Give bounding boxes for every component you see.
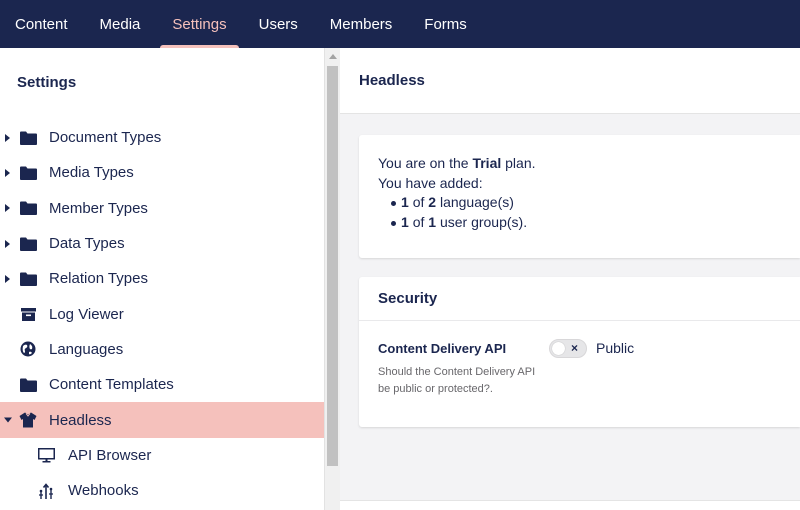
nav-item-media[interactable]: Media <box>84 0 157 48</box>
folder-icon <box>19 130 37 146</box>
expand-caret-icon[interactable] <box>5 168 10 177</box>
tree-item-label: Content Templates <box>49 376 174 394</box>
plan-suffix: plan. <box>505 155 536 171</box>
webhook-icon <box>37 482 55 499</box>
folder-icon <box>19 165 37 181</box>
tree-item-label: Media Types <box>49 164 134 182</box>
settings-tree: Document Types Media Types Member Types … <box>0 120 324 508</box>
languages-used: 1 <box>401 194 409 210</box>
top-navigation: Content Media Settings Users Members For… <box>0 0 800 48</box>
tree-item-media-types[interactable]: Media Types <box>0 155 324 190</box>
tree-item-label: Data Types <box>49 235 125 253</box>
tree-item-member-types[interactable]: Member Types <box>0 191 324 226</box>
folder-icon <box>19 271 37 287</box>
plan-line: You are on the Trial plan. <box>378 154 536 174</box>
languages-of: of <box>412 194 425 210</box>
expand-caret-icon[interactable] <box>5 133 10 142</box>
folder-icon <box>19 377 37 393</box>
nav-item-forms[interactable]: Forms <box>408 0 483 48</box>
user-groups-total: 1 <box>428 213 437 230</box>
tree-item-content-templates[interactable]: Content Templates <box>0 367 324 402</box>
usage-list: 1 of 2 language(s) 1 of 1 user group(s). <box>378 193 536 232</box>
tree-item-label: API Browser <box>68 446 152 464</box>
tree-item-label: Document Types <box>49 129 162 147</box>
archive-icon <box>19 306 37 322</box>
tree-item-data-types[interactable]: Data Types <box>0 226 324 261</box>
tree-item-webhooks[interactable]: Webhooks <box>0 473 324 508</box>
tree-item-relation-types[interactable]: Relation Types <box>0 261 324 296</box>
page-title: Headless <box>359 72 425 89</box>
tree-item-label: Relation Types <box>49 270 148 288</box>
tree-item-label: Headless <box>49 411 112 429</box>
main-header: Headless <box>340 48 800 114</box>
footer-bar <box>340 500 800 510</box>
security-card: Security Content Delivery API Should the… <box>359 277 800 427</box>
monitor-icon <box>37 447 55 463</box>
content-delivery-api-description: Should the Content Delivery API be publi… <box>378 366 536 395</box>
tree-item-label: Languages <box>49 340 124 358</box>
globe-icon <box>19 341 37 357</box>
security-title: Security <box>378 290 438 307</box>
tree-item-document-types[interactable]: Document Types <box>0 120 324 155</box>
usage-languages: 1 of 2 language(s) <box>378 193 536 213</box>
nav-item-content[interactable]: Content <box>0 0 84 48</box>
nav-item-members[interactable]: Members <box>314 0 409 48</box>
plan-info-card: You are on the Trial plan. You have adde… <box>359 135 800 258</box>
headless-icon <box>19 412 37 428</box>
user-groups-unit: user group(s). <box>439 213 528 230</box>
plan-name: Trial <box>472 155 502 171</box>
tree-item-log-viewer[interactable]: Log Viewer <box>0 296 324 331</box>
content-delivery-api-label: Content Delivery API <box>378 341 507 356</box>
expand-caret-icon[interactable] <box>5 204 10 213</box>
toggle-knob <box>552 342 565 355</box>
folder-icon <box>19 236 37 252</box>
plan-info-text: You are on the Trial plan. You have adde… <box>378 154 536 232</box>
nav-item-users[interactable]: Users <box>243 0 314 48</box>
tree-item-label: Log Viewer <box>49 305 124 323</box>
added-line: You have added: <box>378 174 483 191</box>
main-content: Headless You are on the Trial plan. You … <box>340 48 800 510</box>
usage-user-groups: 1 of 1 user group(s). <box>378 213 536 233</box>
sidebar-scrollbar[interactable] <box>324 48 340 510</box>
user-groups-used: 1 <box>401 213 409 230</box>
user-groups-of: of <box>412 213 425 230</box>
tree-item-label: Member Types <box>49 199 148 217</box>
languages-total: 2 <box>428 194 437 210</box>
tree-item-api-browser[interactable]: API Browser <box>0 438 324 473</box>
divider <box>359 320 800 321</box>
expand-caret-icon[interactable] <box>5 239 10 248</box>
nav-item-settings[interactable]: Settings <box>156 0 242 48</box>
public-toggle[interactable]: × <box>549 339 587 358</box>
plan-prefix: You are on the <box>378 155 469 171</box>
scroll-up-arrow-icon[interactable] <box>329 54 337 59</box>
toggle-label[interactable]: Public <box>596 340 634 356</box>
close-icon: × <box>571 341 579 355</box>
expand-caret-icon[interactable] <box>5 274 10 283</box>
collapse-caret-icon[interactable] <box>4 417 12 423</box>
sidebar-title: Settings <box>17 74 77 91</box>
folder-icon <box>19 200 37 216</box>
scrollbar-thumb[interactable] <box>327 66 338 466</box>
tree-item-label: Webhooks <box>68 482 139 500</box>
sidebar: Settings Document Types Media Types Memb… <box>0 48 324 510</box>
languages-unit: language(s) <box>439 194 514 210</box>
tree-item-languages[interactable]: Languages <box>0 332 324 367</box>
tree-item-headless[interactable]: Headless <box>0 402 324 438</box>
